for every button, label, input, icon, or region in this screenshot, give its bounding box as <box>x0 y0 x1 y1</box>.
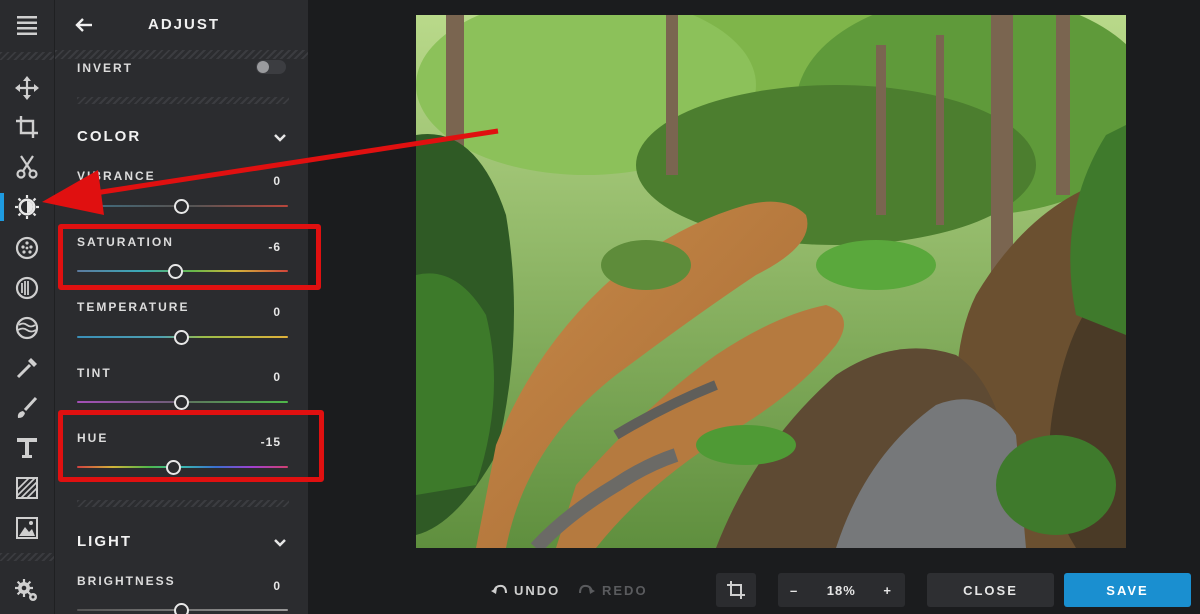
pattern-icon[interactable] <box>6 470 48 506</box>
brightness-value: 0 <box>273 579 281 593</box>
close-button[interactable]: CLOSE <box>927 573 1054 607</box>
brightness-label: BRIGHTNESS <box>77 574 176 588</box>
light-section-title: LIGHT <box>77 533 132 550</box>
section-separator <box>77 500 289 507</box>
section-separator <box>77 97 289 104</box>
invert-toggle[interactable] <box>256 60 286 74</box>
forest-painting-image <box>416 15 1126 548</box>
zoom-level: 18% <box>826 582 856 598</box>
menu-icon[interactable] <box>6 8 48 44</box>
rail-separator <box>0 52 54 60</box>
invert-label: INVERT <box>77 61 134 75</box>
rail-separator <box>0 553 54 561</box>
back-arrow-icon[interactable] <box>73 14 95 36</box>
zoom-control: – 18% + <box>778 573 905 607</box>
redo-icon <box>579 584 595 594</box>
temperature-slider-handle[interactable] <box>174 330 189 345</box>
tint-label: TINT <box>77 366 112 380</box>
filter-icon[interactable] <box>6 230 48 266</box>
temperature-value: 0 <box>273 305 281 319</box>
move-icon[interactable] <box>6 70 48 106</box>
settings-icon[interactable] <box>6 573 48 609</box>
temperature-label: TEMPERATURE <box>77 300 190 314</box>
undo-icon <box>491 584 507 594</box>
canvas-image[interactable] <box>416 15 1126 548</box>
chevron-down-icon[interactable] <box>273 536 287 550</box>
panel-header: ADJUST <box>55 0 308 50</box>
panel-title: ADJUST <box>148 16 221 33</box>
save-button[interactable]: SAVE <box>1064 573 1191 607</box>
eyedropper-icon[interactable] <box>6 350 48 386</box>
vibrance-label: VIBRANCE <box>77 169 156 183</box>
fit-screen-button[interactable] <box>716 573 756 607</box>
brightness-slider-handle[interactable] <box>174 603 189 614</box>
hue-highlight-box <box>58 410 324 482</box>
chevron-down-icon[interactable] <box>273 131 287 145</box>
color-section-title: COLOR <box>77 128 142 145</box>
undo-label: UNDO <box>514 582 561 598</box>
vibrance-value: 0 <box>273 174 281 188</box>
redo-button[interactable]: REDO <box>578 576 653 604</box>
adjust-panel: ADJUST INVERT COLOR VIBRANCE 0 SATURATIO… <box>55 0 308 614</box>
crop-icon[interactable] <box>6 109 48 145</box>
tint-slider-handle[interactable] <box>174 395 189 410</box>
zoom-in-button[interactable]: + <box>883 583 893 598</box>
cut-icon[interactable] <box>6 149 48 185</box>
tint-value: 0 <box>273 370 281 384</box>
vibrance-slider-handle[interactable] <box>174 199 189 214</box>
texture-icon[interactable] <box>6 310 48 346</box>
saturation-highlight-box <box>58 224 321 290</box>
redo-label: REDO <box>602 582 648 598</box>
frame-icon[interactable] <box>6 270 48 306</box>
undo-button[interactable]: UNDO <box>490 576 565 604</box>
tool-rail <box>0 0 55 614</box>
zoom-out-button[interactable]: – <box>790 583 799 598</box>
adjust-icon[interactable] <box>0 189 48 225</box>
header-separator <box>55 50 308 59</box>
image-icon[interactable] <box>6 510 48 546</box>
fit-screen-icon <box>727 581 745 599</box>
text-icon[interactable] <box>6 430 48 466</box>
brush-icon[interactable] <box>6 390 48 426</box>
